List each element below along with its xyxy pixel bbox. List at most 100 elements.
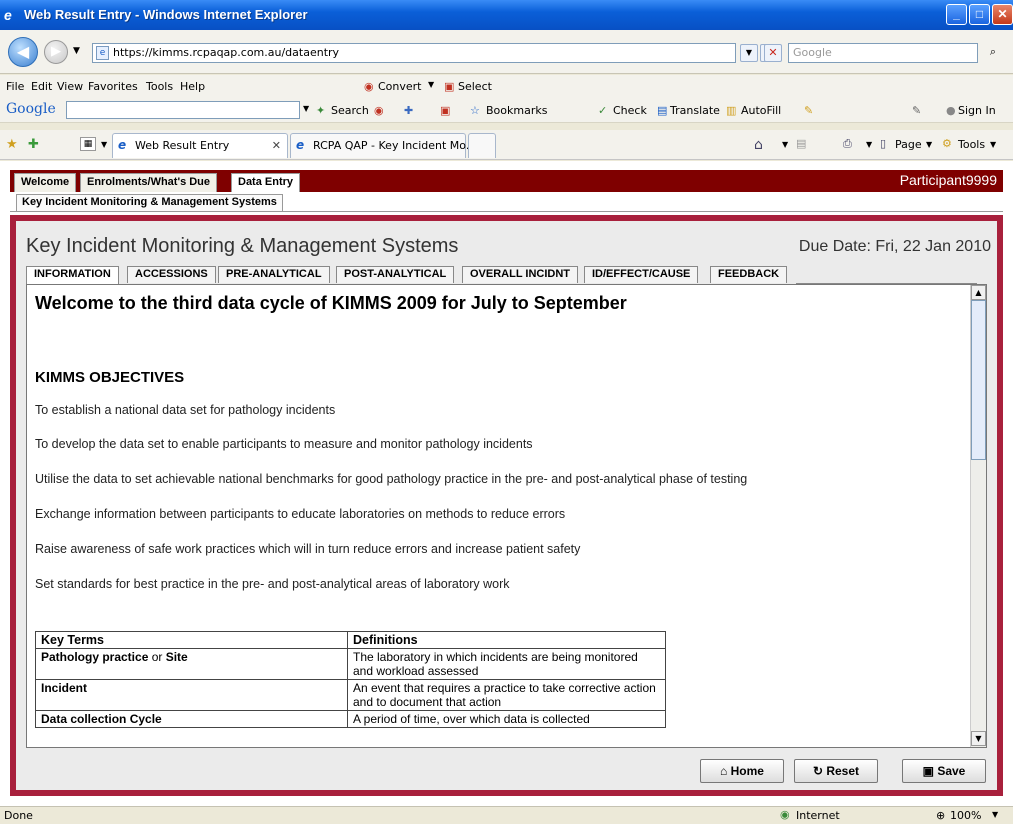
browser-tab-label: Web Result Entry — [135, 139, 230, 152]
sub-tab-kimms[interactable]: Key Incident Monitoring & Management Sys… — [16, 194, 283, 212]
zoom-dropdown-icon[interactable]: ▼ — [992, 810, 998, 819]
home-icon[interactable]: ⌂ — [754, 137, 763, 153]
scroll-thumb[interactable] — [971, 300, 986, 460]
print-dropdown-icon[interactable]: ▼ — [866, 140, 872, 149]
check-button[interactable]: Check — [613, 104, 647, 117]
site-tab-welcome[interactable]: Welcome — [14, 173, 77, 192]
web-page: Welcome Enrolments/What's Due Data Entry… — [0, 161, 1013, 806]
google-search-input[interactable] — [66, 101, 300, 119]
url-input[interactable]: e https://kimms.rcpaqap.com.au/dataentry — [92, 43, 736, 63]
table-row: Pathology practice or Site The laborator… — [35, 648, 666, 680]
google-search-icon: ✦ — [316, 104, 326, 117]
tab-information[interactable]: INFORMATION — [26, 266, 119, 284]
popup-icon[interactable]: ▣ — [440, 104, 450, 117]
back-button[interactable]: ◀ — [8, 37, 38, 67]
highlighter-icon[interactable]: ✎ — [804, 104, 813, 117]
select-button[interactable]: Select — [458, 80, 492, 93]
zoom-level[interactable]: 100% — [950, 809, 981, 822]
site-tab-data-entry[interactable]: Data Entry — [231, 173, 301, 192]
welcome-heading: Welcome to the third data cycle of KIMMS… — [35, 293, 627, 313]
window-title: Web Result Entry - Windows Internet Expl… — [24, 7, 308, 22]
signin-icon: ● — [946, 104, 956, 117]
gear-icon: ⚙ — [942, 137, 952, 150]
url-dropdown-icon[interactable]: ▼ — [740, 44, 758, 62]
menu-bar: File Edit View Favorites Tools Help ◉ Co… — [0, 75, 1013, 97]
google-dropdown-icon[interactable]: ▼ — [303, 104, 309, 113]
vertical-scrollbar[interactable]: ▲ ▼ — [970, 285, 986, 747]
scroll-up-icon[interactable]: ▲ — [971, 285, 986, 300]
minimize-button[interactable]: _ — [946, 4, 967, 25]
save-label: Save — [937, 764, 966, 778]
tab-list-dropdown-icon[interactable]: ▼ — [101, 140, 107, 149]
ie-page-icon: e — [118, 138, 127, 152]
plus-icon[interactable]: ✚ — [404, 104, 413, 117]
forward-button[interactable]: ▶ — [44, 40, 68, 64]
definition-cell: The laboratory in which incidents are be… — [347, 648, 666, 680]
history-dropdown-icon[interactable]: ▼ — [73, 46, 80, 56]
reset-button[interactable]: ↻ Reset — [794, 759, 878, 783]
google-search-button[interactable]: Search — [331, 104, 369, 117]
menu-file[interactable]: File — [6, 80, 24, 93]
favorites-star-icon[interactable]: ★ — [6, 137, 18, 152]
autofill-button[interactable]: AutoFill — [741, 104, 781, 117]
page-dropdown-icon[interactable]: ▼ — [926, 140, 932, 149]
print-icon[interactable]: ⎙ — [843, 137, 852, 151]
wrench-icon[interactable]: ✎ — [912, 104, 921, 117]
signin-button[interactable]: Sign In — [958, 104, 996, 117]
ie-logo-icon: e — [4, 7, 12, 23]
menu-help[interactable]: Help — [180, 80, 205, 93]
close-tab-icon[interactable]: ✕ — [272, 134, 281, 157]
save-button[interactable]: ▣ Save — [902, 759, 986, 783]
scroll-down-icon[interactable]: ▼ — [971, 731, 986, 746]
google-toolbar: Google ▼ ✦ Search ◉ ✚ ▣ ☆ Bookmarks ✓ Ch… — [0, 97, 1013, 123]
menu-edit[interactable]: Edit — [31, 80, 52, 93]
reset-icon: ↻ — [812, 764, 827, 778]
tab-post-analytical[interactable]: POST-ANALYTICAL — [336, 266, 455, 283]
definition-cell: An event that requires a practice to tak… — [347, 679, 666, 711]
zone-text: Internet — [796, 809, 840, 822]
tools-dropdown-icon[interactable]: ▼ — [990, 140, 996, 149]
menu-favorites[interactable]: Favorites — [88, 80, 138, 93]
add-favorites-icon[interactable]: ✚ — [28, 137, 39, 152]
convert-dropdown-icon[interactable]: ▼ — [428, 80, 434, 89]
page-menu[interactable]: Page — [895, 138, 922, 151]
menu-view[interactable]: View — [57, 80, 83, 93]
tab-pre-analytical[interactable]: PRE-ANALYTICAL — [218, 266, 330, 283]
bookmarks-button[interactable]: Bookmarks — [486, 104, 547, 117]
search-icon[interactable]: ⌕ — [984, 44, 1002, 62]
tab-overall-incident[interactable]: OVERALL INCIDNT — [462, 266, 579, 283]
term-cell: Incident — [35, 679, 348, 711]
news-icon[interactable]: ◉ — [374, 104, 384, 117]
information-content[interactable]: Welcome to the third data cycle of KIMMS… — [26, 284, 987, 748]
tools-menu[interactable]: Tools — [958, 138, 985, 151]
convert-button[interactable]: Convert — [378, 80, 422, 93]
convert-icon: ◉ — [364, 80, 374, 93]
feeds-icon[interactable]: ▤ — [796, 137, 806, 150]
window-title-bar[interactable]: e Web Result Entry - Windows Internet Ex… — [0, 0, 1013, 30]
ie-page-icon: e — [296, 138, 305, 152]
site-tab-enrolments[interactable]: Enrolments/What's Due — [80, 173, 218, 192]
divider — [10, 211, 1003, 212]
close-button[interactable]: ✕ — [992, 4, 1013, 25]
tab-id-effect-cause[interactable]: ID/EFFECT/CAUSE — [584, 266, 699, 283]
new-tab-button[interactable] — [468, 133, 496, 158]
browser-tab[interactable]: e RCPA QAP - Key Incident Mo... — [290, 133, 476, 158]
maximize-button[interactable]: □ — [969, 4, 990, 25]
quick-tabs-icon[interactable]: ▦ — [80, 137, 96, 151]
translate-button[interactable]: Translate — [670, 104, 720, 117]
reset-label: Reset — [826, 764, 860, 778]
tab-accessions[interactable]: ACCESSIONS — [127, 266, 216, 283]
zoom-icon: ⊕ — [936, 809, 946, 822]
objective-item: To establish a national data set for pat… — [35, 403, 336, 417]
search-input[interactable]: Google — [788, 43, 978, 63]
column-header-definitions: Definitions — [347, 631, 666, 649]
key-terms-table: Key Terms Definitions Pathology practice… — [35, 631, 666, 728]
stop-icon[interactable]: ✕ — [764, 44, 782, 62]
home-icon: ⌂ — [720, 764, 731, 778]
home-button[interactable]: ⌂ Home — [700, 759, 784, 783]
browser-tab-active[interactable]: e Web Result Entry ✕ — [112, 133, 288, 158]
menu-tools[interactable]: Tools — [146, 80, 173, 93]
objective-item: Utilise the data to set achievable natio… — [35, 472, 748, 486]
tab-feedback[interactable]: FEEDBACK — [710, 266, 788, 283]
home-dropdown-icon[interactable]: ▼ — [782, 140, 788, 149]
